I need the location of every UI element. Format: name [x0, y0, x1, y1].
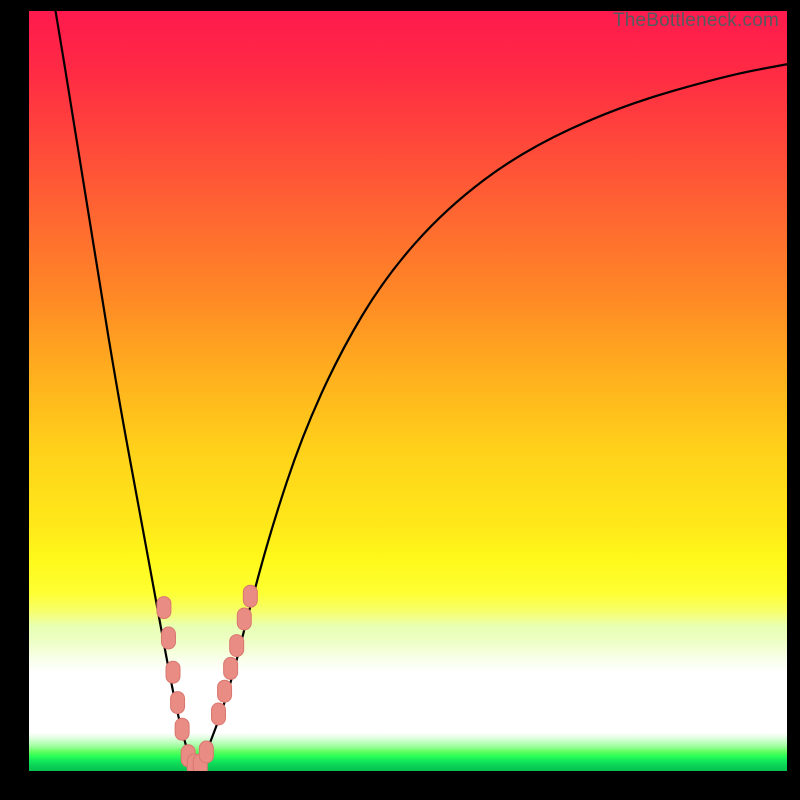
- curve-marker: [224, 657, 238, 679]
- watermark-text: TheBottleneck.com: [613, 10, 779, 32]
- curve-marker: [212, 703, 226, 725]
- bottleneck-curve-svg: [29, 11, 787, 771]
- curve-marker: [157, 597, 171, 619]
- curve-marker: [187, 754, 201, 771]
- curve-markers: [157, 585, 257, 771]
- curve-marker: [161, 627, 175, 649]
- bottleneck-curve-path: [56, 11, 787, 765]
- curve-marker: [166, 661, 180, 683]
- curve-marker: [243, 585, 257, 607]
- curve-marker: [181, 745, 195, 767]
- curve-marker: [230, 635, 244, 657]
- curve-marker: [193, 754, 207, 771]
- chart-frame: TheBottleneck.com: [0, 0, 800, 800]
- curve-marker: [175, 718, 189, 740]
- plot-area: TheBottleneck.com: [29, 11, 787, 771]
- curve-marker: [218, 680, 232, 702]
- curve-marker: [237, 608, 251, 630]
- curve-marker: [199, 741, 213, 763]
- curve-marker: [171, 692, 185, 714]
